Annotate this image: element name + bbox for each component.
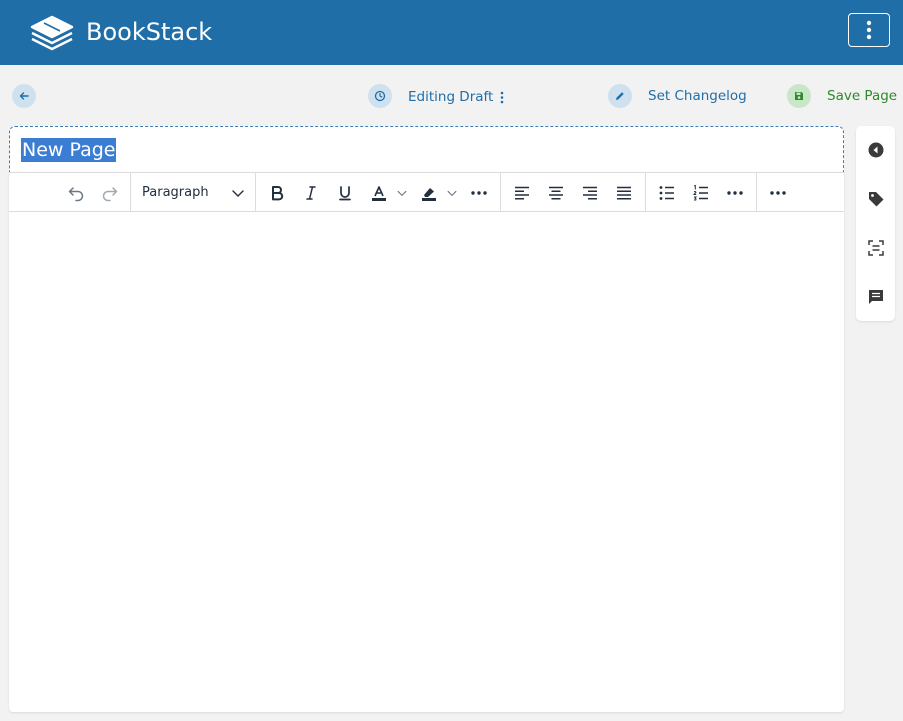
redo-icon: [102, 187, 118, 202]
comment-icon: [869, 290, 883, 304]
toolbox-templates-button[interactable]: [866, 238, 886, 258]
bookstack-logo-icon[interactable]: [30, 13, 74, 51]
text-color-dropdown[interactable]: [395, 181, 409, 205]
more-list-options-button[interactable]: [724, 181, 746, 205]
chevron-down-icon: [447, 190, 457, 197]
toolbox-toggle-button[interactable]: [866, 140, 886, 160]
back-button[interactable]: [12, 84, 36, 108]
bold-icon: [272, 186, 284, 201]
align-justify-icon: [617, 186, 631, 200]
align-left-icon: [515, 186, 529, 200]
page-title-input[interactable]: New Page: [21, 138, 117, 162]
kebab-vertical-icon: [866, 20, 872, 40]
highlight-color-dropdown[interactable]: [445, 181, 459, 205]
text-color-icon: [372, 186, 386, 201]
align-justify-button[interactable]: [613, 181, 635, 205]
header-menu-button[interactable]: [848, 13, 890, 47]
block-format-select[interactable]: Paragraph: [142, 183, 209, 203]
redo-button[interactable]: [98, 181, 122, 205]
bullet-list-button[interactable]: [656, 181, 678, 205]
set-changelog-button[interactable]: [608, 84, 632, 108]
editor-toolbar: Paragraph: [9, 172, 844, 212]
toolbar-separator: [255, 173, 256, 212]
toolbox-tags-button[interactable]: [866, 189, 886, 209]
bold-button[interactable]: [266, 181, 288, 205]
draft-status-label[interactable]: Editing Draft: [408, 88, 493, 106]
numbered-list-button[interactable]: [690, 181, 712, 205]
page-title-field[interactable]: New Page: [9, 126, 844, 172]
arrow-left-icon: [19, 92, 29, 100]
more-horizontal-icon: [471, 191, 487, 195]
toolbar-separator: [130, 173, 131, 212]
save-page-label[interactable]: Save Page: [827, 87, 897, 105]
toolbar-separator: [500, 173, 501, 212]
align-center-icon: [549, 186, 563, 200]
more-horizontal-icon: [727, 191, 743, 195]
underline-icon: [339, 186, 351, 201]
editor-content-area[interactable]: [9, 212, 844, 712]
set-changelog-label[interactable]: Set Changelog: [648, 87, 747, 105]
highlighter-icon: [422, 188, 436, 201]
wysiwyg-editor: Paragraph: [9, 172, 844, 712]
chevron-down-icon: [397, 190, 407, 197]
italic-icon: [306, 186, 316, 200]
more-toolbar-button[interactable]: [767, 181, 789, 205]
toolbox-comments-button[interactable]: [866, 287, 886, 307]
block-format-dropdown[interactable]: [229, 181, 247, 205]
clock-icon: [374, 90, 386, 102]
more-horizontal-icon: [770, 191, 786, 195]
app-header: BookStack: [0, 0, 903, 65]
toolbar-separator: [756, 173, 757, 212]
underline-button[interactable]: [334, 181, 356, 205]
more-formatting-button[interactable]: [468, 181, 490, 205]
template-icon: [868, 240, 884, 256]
undo-button[interactable]: [64, 181, 88, 205]
pencil-icon: [616, 92, 624, 100]
align-center-button[interactable]: [545, 181, 567, 205]
align-left-button[interactable]: [511, 181, 533, 205]
chevron-down-icon: [232, 190, 244, 197]
numbered-list-icon: [692, 184, 708, 201]
toolbar-separator: [645, 173, 646, 212]
save-page-button[interactable]: [787, 84, 811, 108]
editor-toolbox: [856, 126, 895, 321]
highlight-color-button[interactable]: [418, 181, 440, 205]
draft-options-icon[interactable]: [499, 90, 505, 104]
undo-icon: [68, 187, 84, 202]
text-color-button[interactable]: [368, 181, 390, 205]
app-name[interactable]: BookStack: [86, 16, 212, 48]
italic-button[interactable]: [300, 181, 322, 205]
floppy-disk-icon: [795, 92, 803, 100]
tag-icon: [869, 192, 884, 207]
bullet-list-icon: [659, 186, 674, 200]
align-right-button[interactable]: [579, 181, 601, 205]
align-right-icon: [583, 186, 597, 200]
caret-left-circle-icon: [868, 142, 884, 158]
draft-status-button[interactable]: [368, 84, 392, 108]
